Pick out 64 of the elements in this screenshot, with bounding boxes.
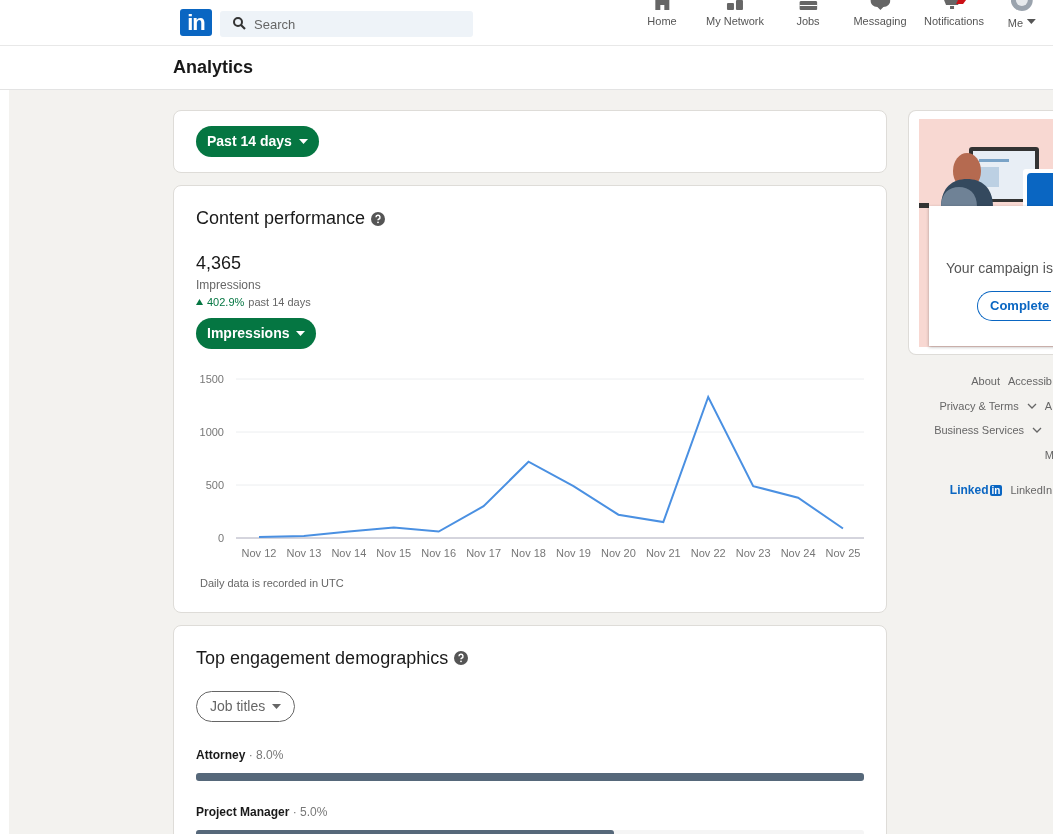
date-range-dropdown[interactable]: Past 14 days: [196, 126, 319, 157]
chat-icon: [870, 0, 890, 10]
page-title: Analytics: [173, 56, 254, 79]
search-field[interactable]: Search: [220, 11, 473, 37]
demographic-label: Project Manager · 5.0%: [196, 804, 329, 822]
avatar-icon: [1011, 0, 1033, 12]
bell-icon: [941, 0, 967, 10]
footer-link[interactable]: About: [971, 373, 1000, 390]
caret-icon: [296, 331, 306, 337]
caret-icon: [1027, 19, 1037, 25]
card-title: Content performance: [196, 208, 366, 230]
chevron-down-icon: [1032, 427, 1042, 434]
logo[interactable]: in: [180, 9, 212, 36]
briefcase-icon: [799, 0, 817, 10]
caret-icon: [272, 704, 282, 710]
home-icon: [654, 0, 670, 10]
impressions-total: 4,365: [196, 253, 243, 272]
x-tick-label: Nov 13: [286, 547, 322, 560]
promo-text: Your campaign is: [946, 259, 1053, 278]
nav-item[interactable]: Me: [1007, 0, 1037, 32]
nav-item[interactable]: Jobs: [796, 0, 820, 30]
x-tick-label: Nov 18: [511, 547, 546, 560]
footer-link[interactable]: Accessib: [1007, 373, 1052, 390]
y-tick-label: 1000: [199, 426, 224, 439]
footer-brand-text: LinkedIn: [1010, 482, 1052, 498]
footer-link[interactable]: A: [1044, 397, 1052, 414]
help-icon: [454, 651, 469, 666]
help-icon: [371, 211, 386, 226]
job-titles-dropdown[interactable]: Job titles: [196, 691, 296, 723]
x-tick-label: Nov 24: [780, 547, 816, 560]
x-tick-label: Nov 17: [466, 547, 502, 560]
metric-dropdown[interactable]: Impressions: [196, 318, 317, 350]
caret-icon: [298, 139, 308, 144]
footer-link[interactable]: Business Services: [934, 422, 1024, 439]
nav-item[interactable]: Notifications: [924, 0, 984, 30]
footer-link[interactable]: Privacy & Terms: [939, 397, 1019, 414]
chart-note: Daily data is recorded in UTC: [199, 576, 345, 592]
change-percent: 402.9%: [207, 294, 245, 310]
y-tick-label: 0: [217, 532, 224, 545]
x-tick-label: Nov 21: [645, 547, 681, 560]
total-label: Impressions: [196, 276, 262, 294]
x-tick-label: Nov 16: [421, 547, 457, 560]
footer-link[interactable]: M: [1044, 446, 1053, 463]
x-tick-label: Nov 20: [600, 547, 636, 560]
complete-button[interactable]: Complete: [977, 291, 1052, 321]
card-title: Top engagement demographics: [196, 647, 449, 670]
y-tick-label: 500: [205, 479, 224, 492]
nav-item[interactable]: My Network: [705, 0, 765, 30]
x-tick-label: Nov 14: [331, 547, 367, 560]
nav-item[interactable]: Home: [647, 0, 677, 30]
linkedin-logo[interactable]: Linked in: [949, 481, 1003, 499]
people-icon: [726, 0, 744, 10]
change-period: past 14 days: [248, 294, 311, 310]
x-tick-label: Nov 12: [241, 547, 277, 560]
x-tick-label: Nov 23: [735, 547, 771, 560]
x-tick-label: Nov 22: [690, 547, 726, 560]
demographic-label: Attorney · 8.0%: [196, 747, 285, 765]
x-tick-label: Nov 25: [825, 547, 861, 560]
x-tick-label: Nov 19: [556, 547, 591, 560]
y-tick-label: 1500: [199, 373, 224, 386]
chevron-down-icon: [1026, 402, 1037, 409]
up-arrow-icon: [196, 298, 203, 305]
nav-item[interactable]: Messaging: [853, 0, 907, 30]
x-tick-label: Nov 15: [376, 547, 412, 560]
